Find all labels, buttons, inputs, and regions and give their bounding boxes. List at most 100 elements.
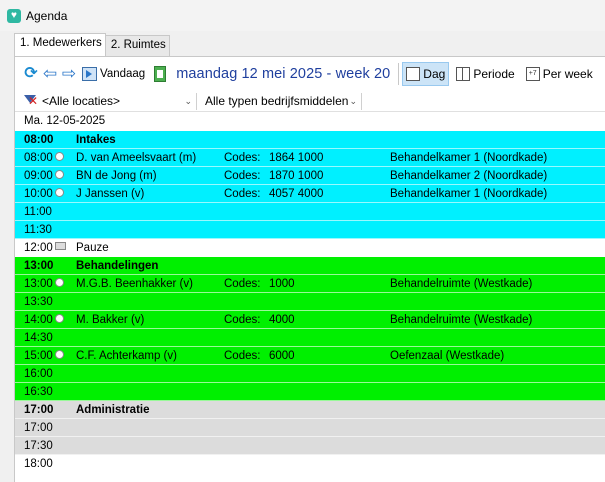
codes-value: 6000 <box>269 350 295 362</box>
room-location: Behandelkamer 2 (Noordkade) <box>390 170 548 182</box>
room-location: Behandelruimte (Westkade) <box>390 314 533 326</box>
refresh-icon[interactable]: ⟳ <box>23 66 39 82</box>
codes-value: 1864 1000 <box>269 152 324 164</box>
slot-time: 18:00 <box>24 458 53 470</box>
toolbar-separator <box>398 63 400 85</box>
next-arrow-icon[interactable]: ⇨ <box>61 65 77 82</box>
time-slot-row[interactable]: 17:00 <box>15 419 605 437</box>
slot-time: 17:00 <box>24 422 53 434</box>
location-select-value: <Alle locaties> <box>42 94 121 108</box>
codes-value: 4000 <box>269 314 295 326</box>
block-time: 13:00 <box>24 260 54 272</box>
block-title: Behandelingen <box>76 260 159 272</box>
date-header-row: Ma. 12-05-2025 <box>15 112 605 131</box>
slot-time: 08:00 <box>24 152 53 164</box>
window-title: Agenda <box>26 8 68 23</box>
tab-medewerkers[interactable]: 1. Medewerkers <box>14 33 106 56</box>
block-header-row[interactable]: 17:00 Administratie <box>15 401 605 419</box>
period-view-icon <box>456 67 471 81</box>
filter-bar: ✕ <Alle locaties> ⌄ Alle typen bedrijfsm… <box>15 91 605 112</box>
slot-time: 16:30 <box>24 386 53 398</box>
slot-time: 11:00 <box>24 206 52 218</box>
patient-name: J Janssen (v) <box>76 188 145 200</box>
block-header-row[interactable]: 08:00 Intakes <box>15 131 605 149</box>
slot-time: 15:00 <box>24 350 53 362</box>
slot-time: 09:00 <box>24 170 53 182</box>
slot-time: 11:30 <box>24 224 52 236</box>
resource-type-select[interactable]: Alle typen bedrijfsmiddelen ⌄ <box>203 92 362 110</box>
patient-name: C.F. Achterkamp (v) <box>76 350 177 362</box>
time-slot-row[interactable]: 18:00 <box>15 455 605 473</box>
appointment-row[interactable]: 10:00 J Janssen (v) Codes: 4057 4000 Behande… <box>15 185 605 203</box>
appointment-row[interactable]: 15:00 C.F. Achterkamp (v) Codes: 6000 Oefenz… <box>15 347 605 365</box>
codes-label: Codes: <box>224 278 261 290</box>
toolbar: ⟳ ⇦ ⇨ Vandaag maandag 12 mei 2025 - week… <box>15 57 605 91</box>
view-week-button[interactable]: +7 Per week <box>522 62 597 86</box>
slot-time: 16:00 <box>24 368 53 380</box>
tab-strip: 1. Medewerkers 2. Ruimtes <box>14 33 170 56</box>
view-period-label: Periode <box>473 67 515 81</box>
time-slot-row[interactable]: 17:30 <box>15 437 605 455</box>
time-slot-row[interactable]: 13:30 <box>15 293 605 311</box>
codes-label: Codes: <box>224 170 261 182</box>
time-slot-row[interactable]: 11:00 <box>15 203 605 221</box>
view-day-label: Dag <box>423 67 446 81</box>
slot-time: 13:30 <box>24 296 53 308</box>
date-header: Ma. 12-05-2025 <box>24 115 106 127</box>
codes-value: 4057 4000 <box>269 188 324 200</box>
week-view-icon: +7 <box>525 67 540 81</box>
pause-row[interactable]: 12:00 Pauze <box>15 239 605 257</box>
appointment-row[interactable]: 13:00 M.G.B. Beenhakker (v) Codes: 1000 Beha… <box>15 275 605 293</box>
appointment-row[interactable]: 14:00 M. Bakker (v) Codes: 4000 Behandelruim… <box>15 311 605 329</box>
tab-ruimtes[interactable]: 2. Ruimtes <box>104 35 170 56</box>
time-slot-row[interactable]: 14:30 <box>15 329 605 347</box>
today-icon[interactable] <box>82 67 97 81</box>
view-period-button[interactable]: Periode <box>452 62 518 86</box>
location-select[interactable]: <Alle locaties> ⌄ <box>40 92 197 110</box>
appointment-row[interactable]: 08:00 D. van Ameelsvaart (m) Codes: 1864 10… <box>15 149 605 167</box>
slot-time: 17:30 <box>24 440 53 452</box>
room-location: Oefenzaal (Westkade) <box>390 350 505 362</box>
clear-filter-icon[interactable]: ✕ <box>24 94 38 108</box>
slot-time: 14:30 <box>24 332 53 344</box>
app-heart-icon: ♥ <box>7 8 21 23</box>
block-time: 17:00 <box>24 404 54 416</box>
time-slot-row[interactable]: 16:00 <box>15 365 605 383</box>
calendar-icon[interactable] <box>154 66 167 82</box>
chevron-down-icon: ⌄ <box>349 95 357 106</box>
chevron-down-icon: ⌄ <box>184 95 192 106</box>
codes-value: 1000 <box>269 278 295 290</box>
clock-icon <box>55 170 64 179</box>
room-location: Behandelruimte (Westkade) <box>390 278 533 290</box>
previous-arrow-icon[interactable]: ⇦ <box>42 65 58 82</box>
block-time: 08:00 <box>24 134 54 146</box>
slot-time: 10:00 <box>24 188 53 200</box>
codes-label: Codes: <box>224 350 261 362</box>
clock-icon <box>55 350 64 359</box>
block-header-row[interactable]: 13:00 Behandelingen <box>15 257 605 275</box>
agenda-panel: ⟳ ⇦ ⇨ Vandaag maandag 12 mei 2025 - week… <box>14 56 605 482</box>
clock-icon <box>55 152 64 161</box>
room-location: Behandelkamer 1 (Noordkade) <box>390 188 548 200</box>
resource-type-select-value: Alle typen bedrijfsmiddelen <box>205 94 349 108</box>
title-bar: ♥ Agenda <box>0 0 605 31</box>
time-slot-row[interactable]: 11:30 <box>15 221 605 239</box>
patient-name: M. Bakker (v) <box>76 314 145 326</box>
patient-name: D. van Ameelsvaart (m) <box>76 152 197 164</box>
time-slot-row[interactable]: 16:30 <box>15 383 605 401</box>
view-day-button[interactable]: Dag <box>402 62 450 86</box>
patient-name: M.G.B. Beenhakker (v) <box>76 278 193 290</box>
codes-label: Codes: <box>224 188 261 200</box>
codes-value: 1870 1000 <box>269 170 324 182</box>
clock-icon <box>55 278 64 287</box>
today-button[interactable]: Vandaag <box>100 68 145 80</box>
codes-label: Codes: <box>224 152 261 164</box>
date-title: maandag 12 mei 2025 - week 20 <box>176 66 391 82</box>
pause-label: Pauze <box>76 242 109 254</box>
day-view-icon <box>406 67 421 81</box>
appointment-row[interactable]: 09:00 BN de Jong (m) Codes: 1870 1000 Behand… <box>15 167 605 185</box>
clock-icon <box>55 314 64 323</box>
flag-icon <box>55 242 66 250</box>
patient-name: BN de Jong (m) <box>76 170 157 182</box>
room-location: Behandelkamer 1 (Noordkade) <box>390 152 548 164</box>
